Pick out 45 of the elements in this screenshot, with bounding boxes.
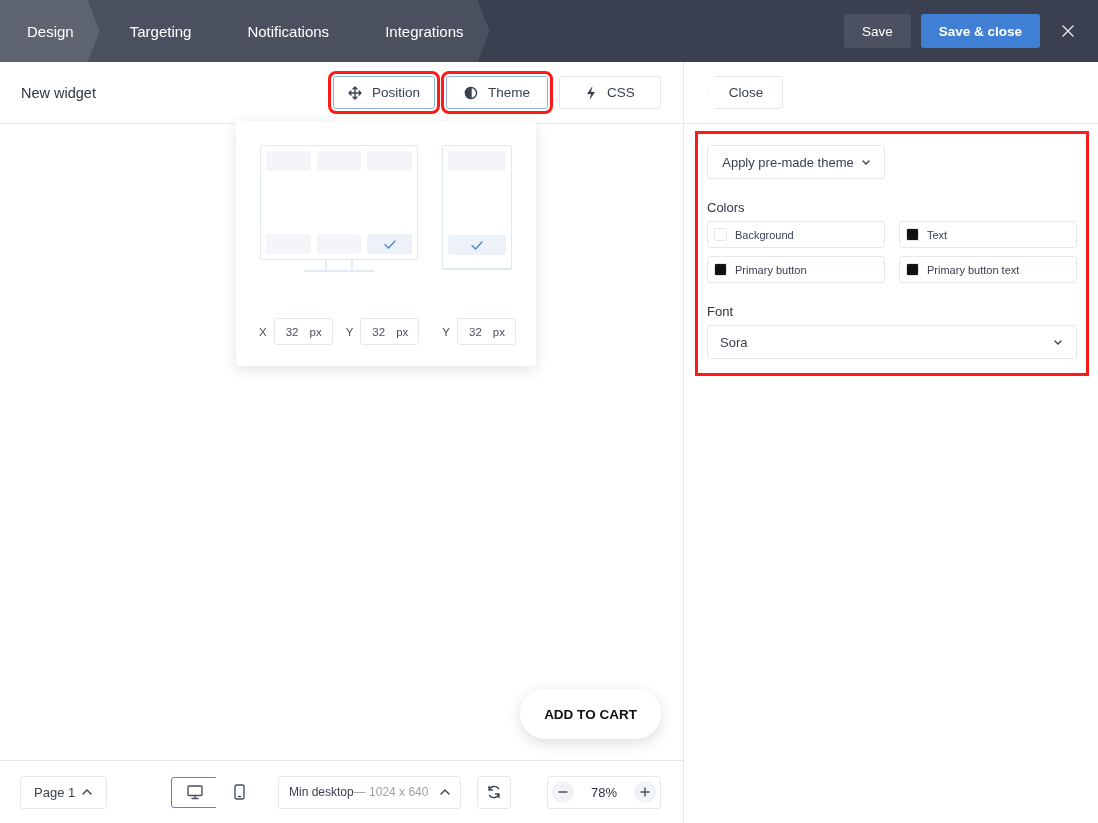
move-icon [348, 85, 362, 100]
section-label: Colors [707, 200, 746, 215]
step-tab[interactable]: Design [0, 0, 100, 62]
color-field[interactable]: Primary button [707, 256, 885, 283]
offset-field[interactable]: 32 px [273, 318, 333, 345]
chevron-up-icon [440, 789, 450, 795]
offset-label: X [259, 325, 267, 338]
page-select[interactable]: Page 1 [20, 775, 107, 809]
check-icon [383, 239, 396, 249]
lightning-icon [585, 84, 598, 101]
section-label: Font [707, 304, 734, 319]
monitor-icon [186, 784, 203, 800]
color-field[interactable]: Text [899, 221, 1077, 248]
offset-field[interactable]: 32 px [360, 318, 420, 345]
desktop-view-button[interactable] [171, 776, 218, 808]
toolbar-button[interactable]: CSS [559, 76, 661, 109]
offset-field[interactable]: 32 px [457, 318, 516, 345]
chevron-down-icon [861, 159, 870, 165]
screen-size-select[interactable]: Min desktop— 1024 x 640 [278, 775, 461, 809]
rotate-button[interactable] [477, 775, 511, 809]
save-button[interactable]: Save [843, 14, 911, 48]
premade-theme-button[interactable]: Apply pre-made theme [707, 145, 885, 179]
screen-size-text: Min desktop— 1024 x 640 [289, 785, 429, 799]
offset-label: Y [345, 325, 354, 338]
color-field[interactable]: Background [707, 221, 885, 248]
widget-title: New widget [21, 84, 96, 101]
zoom-level: 78% [591, 784, 617, 800]
position-slot[interactable] [367, 234, 412, 254]
phone-icon [234, 784, 245, 800]
save-and-close-button[interactable]: Save & close [920, 14, 1040, 48]
chevron-up-icon [82, 789, 92, 795]
color-field[interactable]: Primary button text [899, 256, 1077, 283]
close-icon [1062, 25, 1074, 37]
refresh-icon [486, 784, 502, 800]
chevron-down-icon [1054, 339, 1062, 345]
plus-icon [640, 787, 650, 797]
zoom-in-button[interactable] [634, 781, 656, 803]
close-panel-button[interactable]: Close [707, 76, 783, 109]
position-slot[interactable] [448, 235, 506, 255]
zoom-out-button[interactable] [552, 781, 574, 803]
check-icon [471, 240, 483, 250]
contrast-icon [464, 85, 478, 100]
add-to-cart-button[interactable]: ADD TO CART [520, 689, 661, 739]
offset-label: Y [442, 325, 450, 338]
font-select[interactable]: Sora [707, 325, 1077, 359]
